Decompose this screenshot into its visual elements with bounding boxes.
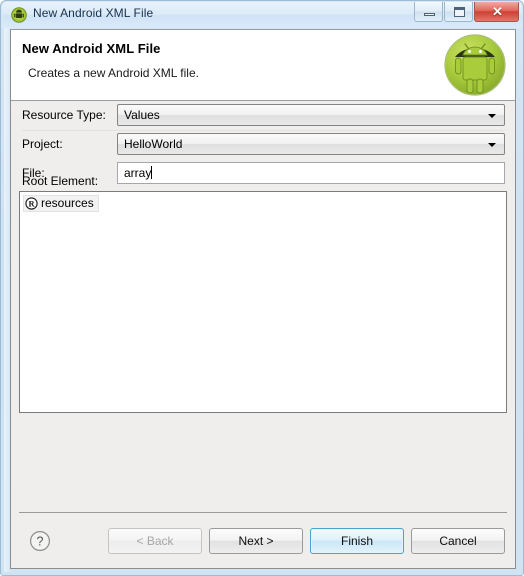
resource-type-combo[interactable]: Values <box>117 104 505 126</box>
resource-type-value: Values <box>124 108 160 122</box>
resource-type-label: Resource Type: <box>22 108 106 122</box>
chevron-down-icon <box>488 114 496 118</box>
list-item[interactable]: R resources <box>23 195 99 212</box>
close-button[interactable]: ✕ <box>474 2 519 22</box>
cancel-button[interactable]: Cancel <box>411 528 505 554</box>
next-button[interactable]: Next > <box>209 528 303 554</box>
file-input[interactable]: array <box>117 162 505 184</box>
list-item-label: resources <box>41 196 94 210</box>
window-title: New Android XML File <box>33 6 154 20</box>
help-button[interactable]: ? <box>29 530 51 552</box>
row-divider <box>22 130 504 131</box>
finish-button[interactable]: Finish <box>310 528 404 554</box>
android-green-circle-icon <box>11 7 27 23</box>
svg-text:?: ? <box>37 534 44 548</box>
project-label: Project: <box>22 137 63 151</box>
android-robot-logo <box>443 33 507 97</box>
minimize-button[interactable] <box>414 2 443 22</box>
dialog-client-area: New Android XML File Creates a new Andro… <box>10 29 516 569</box>
file-input-value: array <box>124 166 153 180</box>
dialog-window: New Android XML File ✕ New Android XML F… <box>0 0 524 576</box>
root-element-label: Root Element: <box>22 174 99 188</box>
maximize-button[interactable] <box>444 2 473 22</box>
wizard-title: New Android XML File <box>22 41 161 56</box>
text-caret <box>151 166 153 179</box>
circled-r-icon: R <box>25 197 38 210</box>
title-bar[interactable]: New Android XML File ✕ <box>2 2 522 28</box>
project-value: HelloWorld <box>124 137 183 151</box>
footer-separator <box>19 512 507 513</box>
minimize-icon <box>424 13 435 16</box>
window-controls: ✕ <box>413 2 519 23</box>
svg-text:R: R <box>28 200 35 209</box>
project-row: Project: HelloWorld <box>11 130 515 159</box>
resource-type-row: Resource Type: Values <box>11 101 515 130</box>
maximize-icon <box>454 7 465 17</box>
back-button[interactable]: < Back <box>108 528 202 554</box>
project-combo[interactable]: HelloWorld <box>117 133 505 155</box>
root-element-list[interactable]: R resources <box>19 191 507 413</box>
dialog-buttons: < Back Next > Finish Cancel <box>108 528 505 554</box>
chevron-down-icon <box>488 143 496 147</box>
close-icon: ✕ <box>492 4 503 19</box>
wizard-header: New Android XML File Creates a new Andro… <box>11 30 515 101</box>
wizard-subtitle: Creates a new Android XML file. <box>28 66 199 80</box>
